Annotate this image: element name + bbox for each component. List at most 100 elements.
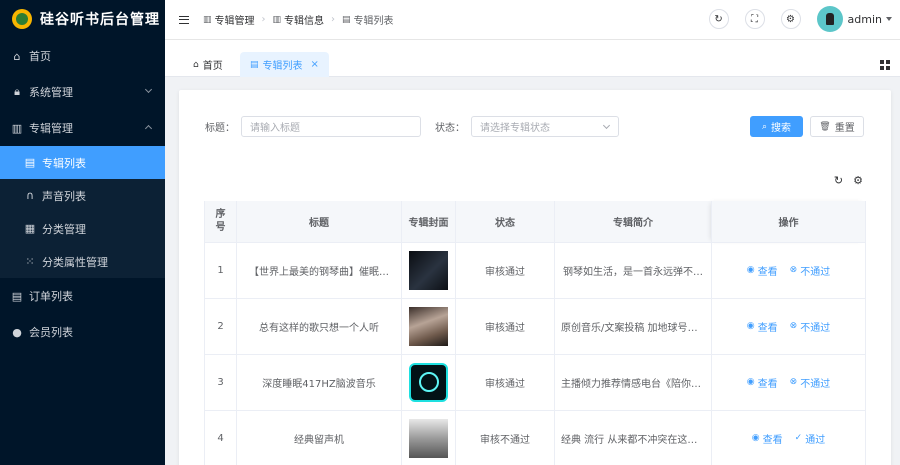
search-icon: ⌕ bbox=[761, 121, 768, 132]
reject-button[interactable]: ⊗ 不通过 bbox=[790, 319, 831, 334]
sidebar-item-album[interactable]: ▥ 专辑管理 bbox=[0, 110, 165, 146]
tab-album-list[interactable]: ▤ 专辑列表 × bbox=[240, 52, 329, 77]
sidebar-item-label: 声音列表 bbox=[42, 189, 86, 203]
content-card: 标题： 请输入标题 状态： 请选择专辑状态 ⌕ 搜索 🗑︎ 重置 ↻ ⚙ 序号 … bbox=[179, 90, 891, 465]
sidebar-menu: ⌂ 首页 🔒︎ 系统管理 ▥ 专辑管理 ▤ 专辑列表 ∩ 声音列表 ▦ 分类管理 bbox=[0, 38, 165, 350]
caret-down-icon[interactable] bbox=[886, 17, 892, 21]
album-cover-image bbox=[409, 250, 448, 290]
document-icon: ▤ bbox=[342, 14, 351, 25]
col-intro: 专辑简介 bbox=[554, 201, 712, 243]
cell-title: 深度睡眠417HZ脑波音乐 bbox=[236, 354, 402, 411]
breadcrumb-label: 专辑管理 bbox=[214, 16, 255, 27]
table-row: 1 【世界上最美的钢琴曲】催眠… 审核通过 钢琴如生活，是一首永远弹不… ◉ 查看… bbox=[204, 242, 866, 299]
cell-index: 3 bbox=[204, 354, 237, 411]
sidebar-item-sound-list[interactable]: ∩ 声音列表 bbox=[0, 179, 165, 212]
reset-button[interactable]: 🗑︎ 重置 bbox=[810, 116, 864, 137]
cell-title: 经典留声机 bbox=[236, 410, 402, 465]
view-button[interactable]: ◉ 查看 bbox=[747, 263, 778, 278]
home-icon: ⌂ bbox=[193, 59, 199, 70]
sidebar-item-home[interactable]: ⌂ 首页 bbox=[0, 38, 165, 74]
avatar[interactable] bbox=[816, 6, 843, 32]
fullscreen-button[interactable]: ⛶ bbox=[744, 9, 765, 29]
grid-icon: ▦ bbox=[24, 222, 36, 235]
app-title: 硅谷听书后台管理 bbox=[40, 12, 160, 28]
refresh-button[interactable]: ↻ bbox=[708, 9, 729, 29]
user-icon: ● bbox=[12, 325, 22, 339]
title-input[interactable]: 请输入标题 bbox=[241, 116, 421, 137]
view-label: 查看 bbox=[757, 266, 778, 278]
sidebar-item-category[interactable]: ▦ 分类管理 bbox=[0, 212, 165, 245]
cell-status: 审核通过 bbox=[455, 298, 555, 355]
sidebar-item-category-attr[interactable]: ⁙ 分类属性管理 bbox=[0, 245, 165, 278]
search-form: 标题： 请输入标题 状态： 请选择专辑状态 bbox=[205, 116, 619, 137]
album-icon: ▥ bbox=[203, 14, 212, 25]
order-icon: ▤ bbox=[11, 289, 23, 303]
eye-icon: ◉ bbox=[746, 377, 755, 387]
cell-index: 4 bbox=[204, 410, 237, 465]
sidebar-item-label: 会员列表 bbox=[29, 326, 73, 339]
album-cover-image bbox=[409, 418, 448, 458]
app-logo: 硅谷听书后台管理 bbox=[0, 0, 165, 38]
table-header-row: 序号 标题 专辑封面 状态 专辑简介 操作 bbox=[204, 201, 866, 243]
logo-icon bbox=[12, 9, 32, 29]
table-row: 3 深度睡眠417HZ脑波音乐 审核通过 主播倾力推荐情感电台《陪你的一… ◉ 查… bbox=[204, 354, 866, 411]
sidebar-item-members[interactable]: ● 会员列表 bbox=[0, 314, 165, 350]
cell-cover bbox=[401, 298, 456, 355]
header-actions: ↻ ⛶ ⚙ admin bbox=[708, 6, 892, 32]
cell-index: 1 bbox=[204, 242, 237, 299]
view-button[interactable]: ◉ 查看 bbox=[747, 319, 778, 334]
reject-button[interactable]: ⊗ 不通过 bbox=[790, 263, 831, 278]
lock-icon: 🔒︎ bbox=[14, 85, 20, 98]
circle-check-icon: ✓ bbox=[794, 433, 803, 443]
refresh-icon[interactable]: ↻ bbox=[834, 174, 843, 187]
circle-x-icon: ⊗ bbox=[789, 377, 798, 387]
headphones-icon: ∩ bbox=[25, 189, 35, 202]
cell-status: 审核通过 bbox=[455, 242, 555, 299]
reject-button[interactable]: ⊗ 不通过 bbox=[790, 375, 831, 390]
approve-label: 通过 bbox=[805, 434, 826, 446]
reject-label: 不通过 bbox=[800, 266, 831, 278]
sidebar-item-label: 分类属性管理 bbox=[42, 255, 108, 269]
table-row: 4 经典留声机 审核不通过 经典 流行 从来都不冲突在这里，… ◉ 查看 ✓ 通过 bbox=[204, 410, 866, 465]
search-button[interactable]: ⌕ 搜索 bbox=[750, 116, 803, 137]
view-button[interactable]: ◉ 查看 bbox=[747, 375, 778, 390]
document-icon: ▤ bbox=[24, 156, 36, 169]
username[interactable]: admin bbox=[848, 13, 882, 26]
view-label: 查看 bbox=[757, 322, 778, 334]
album-icon: ▥ bbox=[272, 14, 282, 25]
sidebar-item-orders[interactable]: ▤ 订单列表 bbox=[0, 278, 165, 314]
eye-icon: ◉ bbox=[751, 433, 760, 443]
album-table: 序号 标题 专辑封面 状态 专辑简介 操作 1 【世界上最美的钢琴曲】催眠… 审… bbox=[204, 201, 866, 465]
col-ops: 操作 bbox=[711, 201, 866, 243]
fullscreen-icon: ⛶ bbox=[751, 13, 759, 25]
sidebar-item-system[interactable]: 🔒︎ 系统管理 bbox=[0, 74, 165, 110]
tab-home[interactable]: ⌂ 首页 bbox=[183, 52, 233, 77]
album-cover-image bbox=[409, 306, 448, 346]
sidebar-item-label: 专辑管理 bbox=[29, 122, 73, 135]
eye-icon: ◉ bbox=[746, 321, 755, 331]
document-icon: ▤ bbox=[250, 59, 259, 70]
breadcrumb: ▥ 专辑管理 › ▥ 专辑信息 › ▤ 专辑列表 bbox=[203, 12, 394, 27]
approve-button[interactable]: ✓ 通过 bbox=[795, 431, 826, 446]
settings-button[interactable]: ⚙ bbox=[780, 9, 801, 29]
menu-toggle-icon[interactable] bbox=[179, 15, 189, 24]
circle-x-icon: ⊗ bbox=[789, 321, 798, 331]
cell-status: 审核不通过 bbox=[455, 410, 555, 465]
refresh-icon: ↻ bbox=[714, 13, 723, 25]
album-icon: ▥ bbox=[11, 121, 23, 135]
tab-menu-icon[interactable] bbox=[880, 60, 890, 70]
close-icon[interactable]: × bbox=[311, 59, 319, 70]
col-cover: 专辑封面 bbox=[401, 201, 456, 243]
home-icon: ⌂ bbox=[13, 49, 21, 63]
cell-intro: 经典 流行 从来都不冲突在这里，… bbox=[554, 410, 712, 465]
reject-label: 不通过 bbox=[800, 378, 831, 390]
view-button[interactable]: ◉ 查看 bbox=[752, 431, 783, 446]
album-cover-image bbox=[409, 362, 448, 402]
chevron-down-icon bbox=[144, 85, 153, 94]
top-header: ▥ 专辑管理 › ▥ 专辑信息 › ▤ 专辑列表 ↻ ⛶ ⚙ admin bbox=[165, 0, 900, 40]
title-placeholder: 请输入标题 bbox=[250, 123, 300, 134]
status-select[interactable]: 请选择专辑状态 bbox=[471, 116, 619, 137]
status-placeholder: 请选择专辑状态 bbox=[480, 123, 550, 134]
sidebar-item-album-list[interactable]: ▤ 专辑列表 bbox=[0, 146, 165, 179]
gear-icon[interactable]: ⚙ bbox=[853, 174, 863, 187]
